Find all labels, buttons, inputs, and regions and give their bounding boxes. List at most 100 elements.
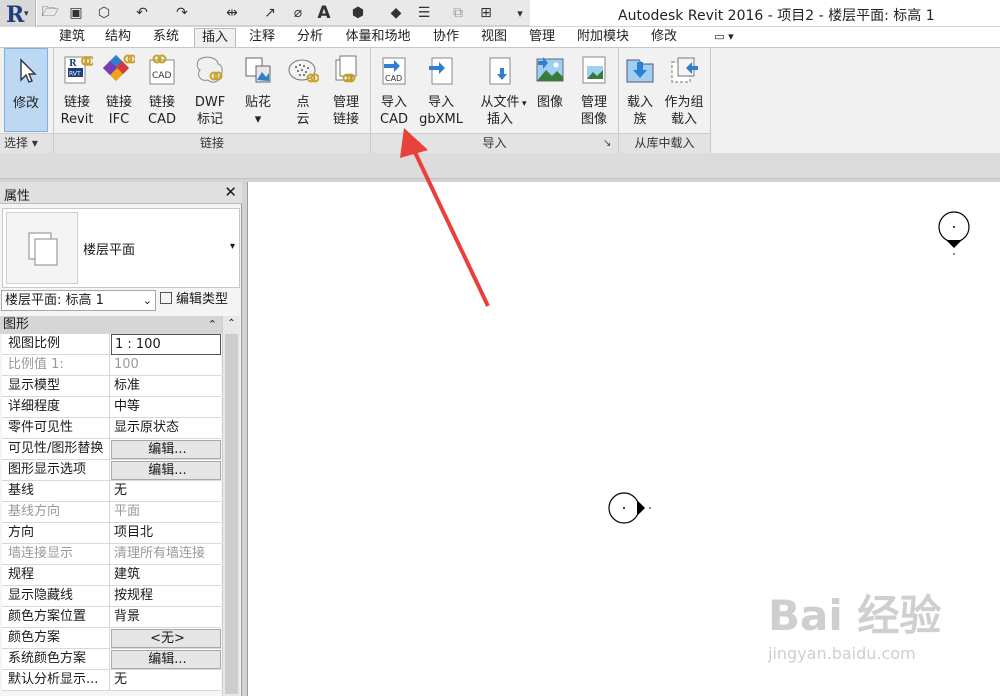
tab-massing-site[interactable]: 体量和场地 [340,28,416,47]
revit-logo-icon: R [6,2,25,28]
manage-links-icon [335,55,357,83]
tab-annotate[interactable]: 注释 [242,28,282,47]
property-value: 平面 [114,504,141,519]
category-graphics-header[interactable]: 图形 ⌃ [0,316,222,334]
edit-type-button[interactable]: 编辑类型 [160,290,228,311]
tab-insert[interactable]: 插入 [194,28,236,47]
link-ifc-icon [103,54,135,82]
tab-view[interactable]: 视图 [474,28,514,47]
close-icon[interactable]: ✕ [224,183,237,201]
drawing-area[interactable]: Bai 经验 jingyan.baidu.com [247,182,1000,696]
instance-filter-dropdown[interactable]: 楼层平面: 标高 1 ⌄ [1,290,156,311]
open-folder-icon[interactable]: 🗁 [41,4,59,22]
tag-icon[interactable]: ⌀ [289,4,307,22]
property-value[interactable]: 建筑 [111,565,221,586]
chevron-down-icon[interactable]: ▾ [522,99,527,109]
switch-windows-icon[interactable]: ⊞ [477,4,495,22]
table-row: 规程 建筑 [2,565,221,586]
manage-links-button[interactable]: 管理 链接 [326,48,366,132]
property-value[interactable]: 项目北 [111,523,221,544]
import-settings-launcher-icon[interactable]: ↘ [603,138,611,149]
save-icon[interactable]: ▣ [67,4,85,22]
table-row: 显示模型 标准 [2,376,221,397]
properties-title: 属性 [4,189,31,204]
point-cloud-button[interactable]: 点 云 [282,48,324,132]
elevation-marker-east-icon[interactable] [608,492,651,524]
sync-icon[interactable]: ⬡ [95,4,113,22]
property-name: 基线 [2,481,110,502]
modify-label: 修改 [12,96,39,111]
application-menu-button[interactable]: R ▾ [0,0,36,30]
select-panel-title[interactable]: 选择 ▾ [0,133,53,153]
quick-access-toolbar: 🗁 ▣ ⬡ ↶ ↷ ⇹ ↗ ⌀ A ⬢ ◆ ☰ ⧉ ⊞ ▾ [37,0,530,26]
edit-button[interactable]: 编辑... [111,440,221,459]
tab-collaborate[interactable]: 协作 [426,28,466,47]
floor-plan-thumbnail-icon [6,212,78,284]
property-value[interactable]: 显示原状态 [111,418,221,439]
import-cad-button[interactable]: CAD 导入 CAD [374,48,414,132]
edit-button[interactable]: 编辑... [111,461,221,480]
property-name: 显示模型 [2,376,110,397]
link-ifc-button[interactable]: 链接 IFC [100,48,138,132]
3d-view-icon[interactable]: ⬢ [349,4,367,22]
redo-icon[interactable]: ↷ [173,4,191,22]
thin-lines-icon[interactable]: ☰ [415,4,433,22]
table-row: 详细程度 中等 [2,397,221,418]
property-value[interactable]: 背景 [111,607,221,628]
property-value[interactable]: 中等 [111,397,221,418]
dwf-markup-label: DWF 标记 [194,95,226,127]
close-hidden-icon[interactable]: ⧉ [449,4,467,22]
load-family-button[interactable]: 载入 族 [620,48,660,132]
modify-button[interactable]: 修改 [4,48,48,132]
property-value[interactable]: 无 [111,670,221,691]
color-scheme-button[interactable]: <无> [111,629,221,648]
import-gbxml-button[interactable]: 导入 gbXML [416,48,466,132]
property-value[interactable]: 1 : 100 [111,334,221,355]
text-icon[interactable]: A [315,3,333,23]
manage-images-button[interactable]: 管理 图像 [572,48,616,132]
ribbon-display-toggle[interactable]: ▭ ▾ [704,28,744,47]
section-icon[interactable]: ◆ [387,4,405,22]
tab-add-ins[interactable]: 附加模块 [572,28,634,47]
tab-modify[interactable]: 修改 [644,28,684,47]
insert-from-file-button[interactable]: 从文件 插入 [474,48,526,132]
measure-icon[interactable]: ⇹ [223,4,241,22]
property-name: 墙连接显示 [2,544,110,565]
dimension-icon[interactable]: ↗ [261,4,279,22]
tab-structure[interactable]: 结构 [98,28,138,47]
link-revit-label: 链接 Revit [60,95,94,127]
scrollbar-thumb[interactable] [225,334,238,694]
tab-manage[interactable]: 管理 [522,28,562,47]
elevation-marker-north-icon[interactable] [938,211,970,255]
image-label: 图像 [536,95,563,110]
property-value[interactable]: 无 [111,481,221,502]
tab-architecture[interactable]: 建筑 [52,28,92,47]
decal-button[interactable]: 贴花 ▾ [236,48,280,132]
edit-type-icon [160,292,172,304]
import-cad-badge: CAD [385,74,402,83]
link-ifc-label: 链接 IFC [105,95,132,127]
load-as-group-button[interactable]: 作为组 载入 [660,48,708,132]
chevron-down-icon[interactable]: ▾ [230,241,235,252]
scroll-up-icon[interactable]: ⌃ [223,316,240,332]
import-cad-label: 导入 CAD [380,95,408,127]
dwf-markup-button[interactable]: DWF 标记 [186,48,234,132]
edit-button[interactable]: 编辑... [111,650,221,669]
modify-cursor-icon [20,58,37,83]
property-value[interactable]: 按规程 [111,586,221,607]
qat-customize-icon[interactable]: ▾ [511,4,529,22]
undo-icon[interactable]: ↶ [133,4,151,22]
link-cad-button[interactable]: CAD 链接 CAD [140,48,184,132]
property-value: 清理所有墙连接 [114,546,206,561]
table-row: 颜色方案位置 背景 [2,607,221,628]
link-panel-title: 链接 [54,133,370,153]
image-icon [536,57,564,82]
link-revit-button[interactable]: RVT R 链接 Revit [56,48,98,132]
tab-analyze[interactable]: 分析 [290,28,330,47]
property-value: 100 [114,357,139,372]
tab-systems[interactable]: 系统 [146,28,186,47]
property-value[interactable]: 标准 [111,376,221,397]
image-button[interactable]: 图像 [532,48,568,132]
properties-scrollbar[interactable]: ⌃ [222,316,240,696]
type-selector[interactable]: 楼层平面 ▾ [2,208,240,288]
